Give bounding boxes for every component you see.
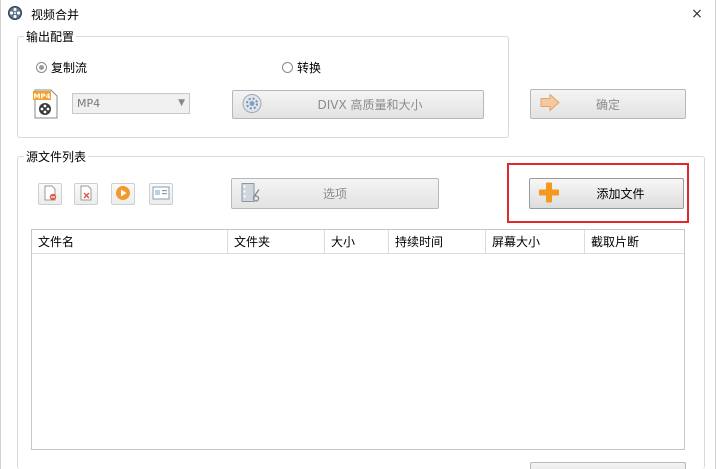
output-config-legend: 输出配置 [24, 28, 77, 45]
video-merge-window: 视频合并 × 输出配置 复制流 转换 MP4 MP4 ▼ DIVX 高质量和大小… [0, 0, 716, 469]
add-file-button[interactable]: 添加文件 [529, 178, 684, 209]
window-title: 视频合并 [31, 8, 80, 22]
options-label: 选项 [322, 187, 347, 201]
clear-files-icon [78, 185, 94, 204]
column-header-filename[interactable]: 文件名 [32, 230, 228, 254]
plus-icon [538, 181, 560, 206]
column-header-clip[interactable]: 截取片断 [585, 230, 684, 254]
column-header-size[interactable]: 大小 [325, 230, 389, 254]
film-reel-icon [7, 5, 23, 21]
table-header: 文件名 文件夹 大小 持续时间 屏幕大小 截取片断 [32, 230, 684, 254]
quality-preset-label: DIVX 高质量和大小 [317, 98, 423, 112]
bottom-button-edge[interactable] [530, 462, 686, 469]
title-bar: 视频合并 × [1, 0, 715, 28]
chevron-down-icon: ▼ [178, 98, 185, 108]
file-info-button[interactable] [149, 183, 173, 205]
remove-file-icon [42, 185, 58, 204]
radio-convert[interactable]: 转换 [282, 59, 321, 76]
remove-file-button[interactable] [38, 183, 62, 205]
gear-disc-icon [241, 92, 263, 117]
arrow-right-icon [539, 93, 561, 115]
mp4-badge-label: MP4 [34, 93, 51, 101]
source-files-legend: 源文件列表 [24, 148, 89, 165]
format-select[interactable]: MP4 ▼ [72, 93, 190, 114]
confirm-label: 确定 [595, 97, 620, 112]
mp4-file-icon: MP4 [32, 88, 60, 120]
play-button[interactable] [111, 183, 135, 205]
options-button[interactable]: 选项 [231, 178, 439, 209]
clear-files-button[interactable] [74, 183, 98, 205]
radio-convert-label: 转换 [297, 61, 322, 75]
confirm-button[interactable]: 确定 [530, 89, 686, 119]
column-header-screen-size[interactable]: 屏幕大小 [486, 230, 585, 254]
play-icon [115, 185, 131, 204]
radio-copy-label: 复制流 [51, 61, 88, 75]
column-header-folder[interactable]: 文件夹 [228, 230, 325, 254]
film-scissors-icon [240, 181, 262, 206]
output-config-group: 输出配置 复制流 转换 MP4 MP4 ▼ DIVX 高质量和大小 [17, 28, 509, 138]
close-icon: × [691, 6, 703, 22]
table-body[interactable] [32, 255, 684, 449]
radio-copy-stream[interactable]: 复制流 [36, 59, 87, 76]
format-select-value: MP4 [77, 97, 101, 110]
radio-copy-dot[interactable] [36, 62, 47, 73]
add-file-label: 添加文件 [596, 187, 645, 201]
column-header-duration[interactable]: 持续时间 [389, 230, 486, 254]
file-table[interactable]: 文件名 文件夹 大小 持续时间 屏幕大小 截取片断 [31, 229, 685, 450]
quality-preset-button[interactable]: DIVX 高质量和大小 [232, 90, 484, 119]
info-card-icon [152, 186, 170, 203]
radio-convert-dot[interactable] [282, 62, 293, 73]
close-button[interactable]: × [687, 4, 707, 24]
